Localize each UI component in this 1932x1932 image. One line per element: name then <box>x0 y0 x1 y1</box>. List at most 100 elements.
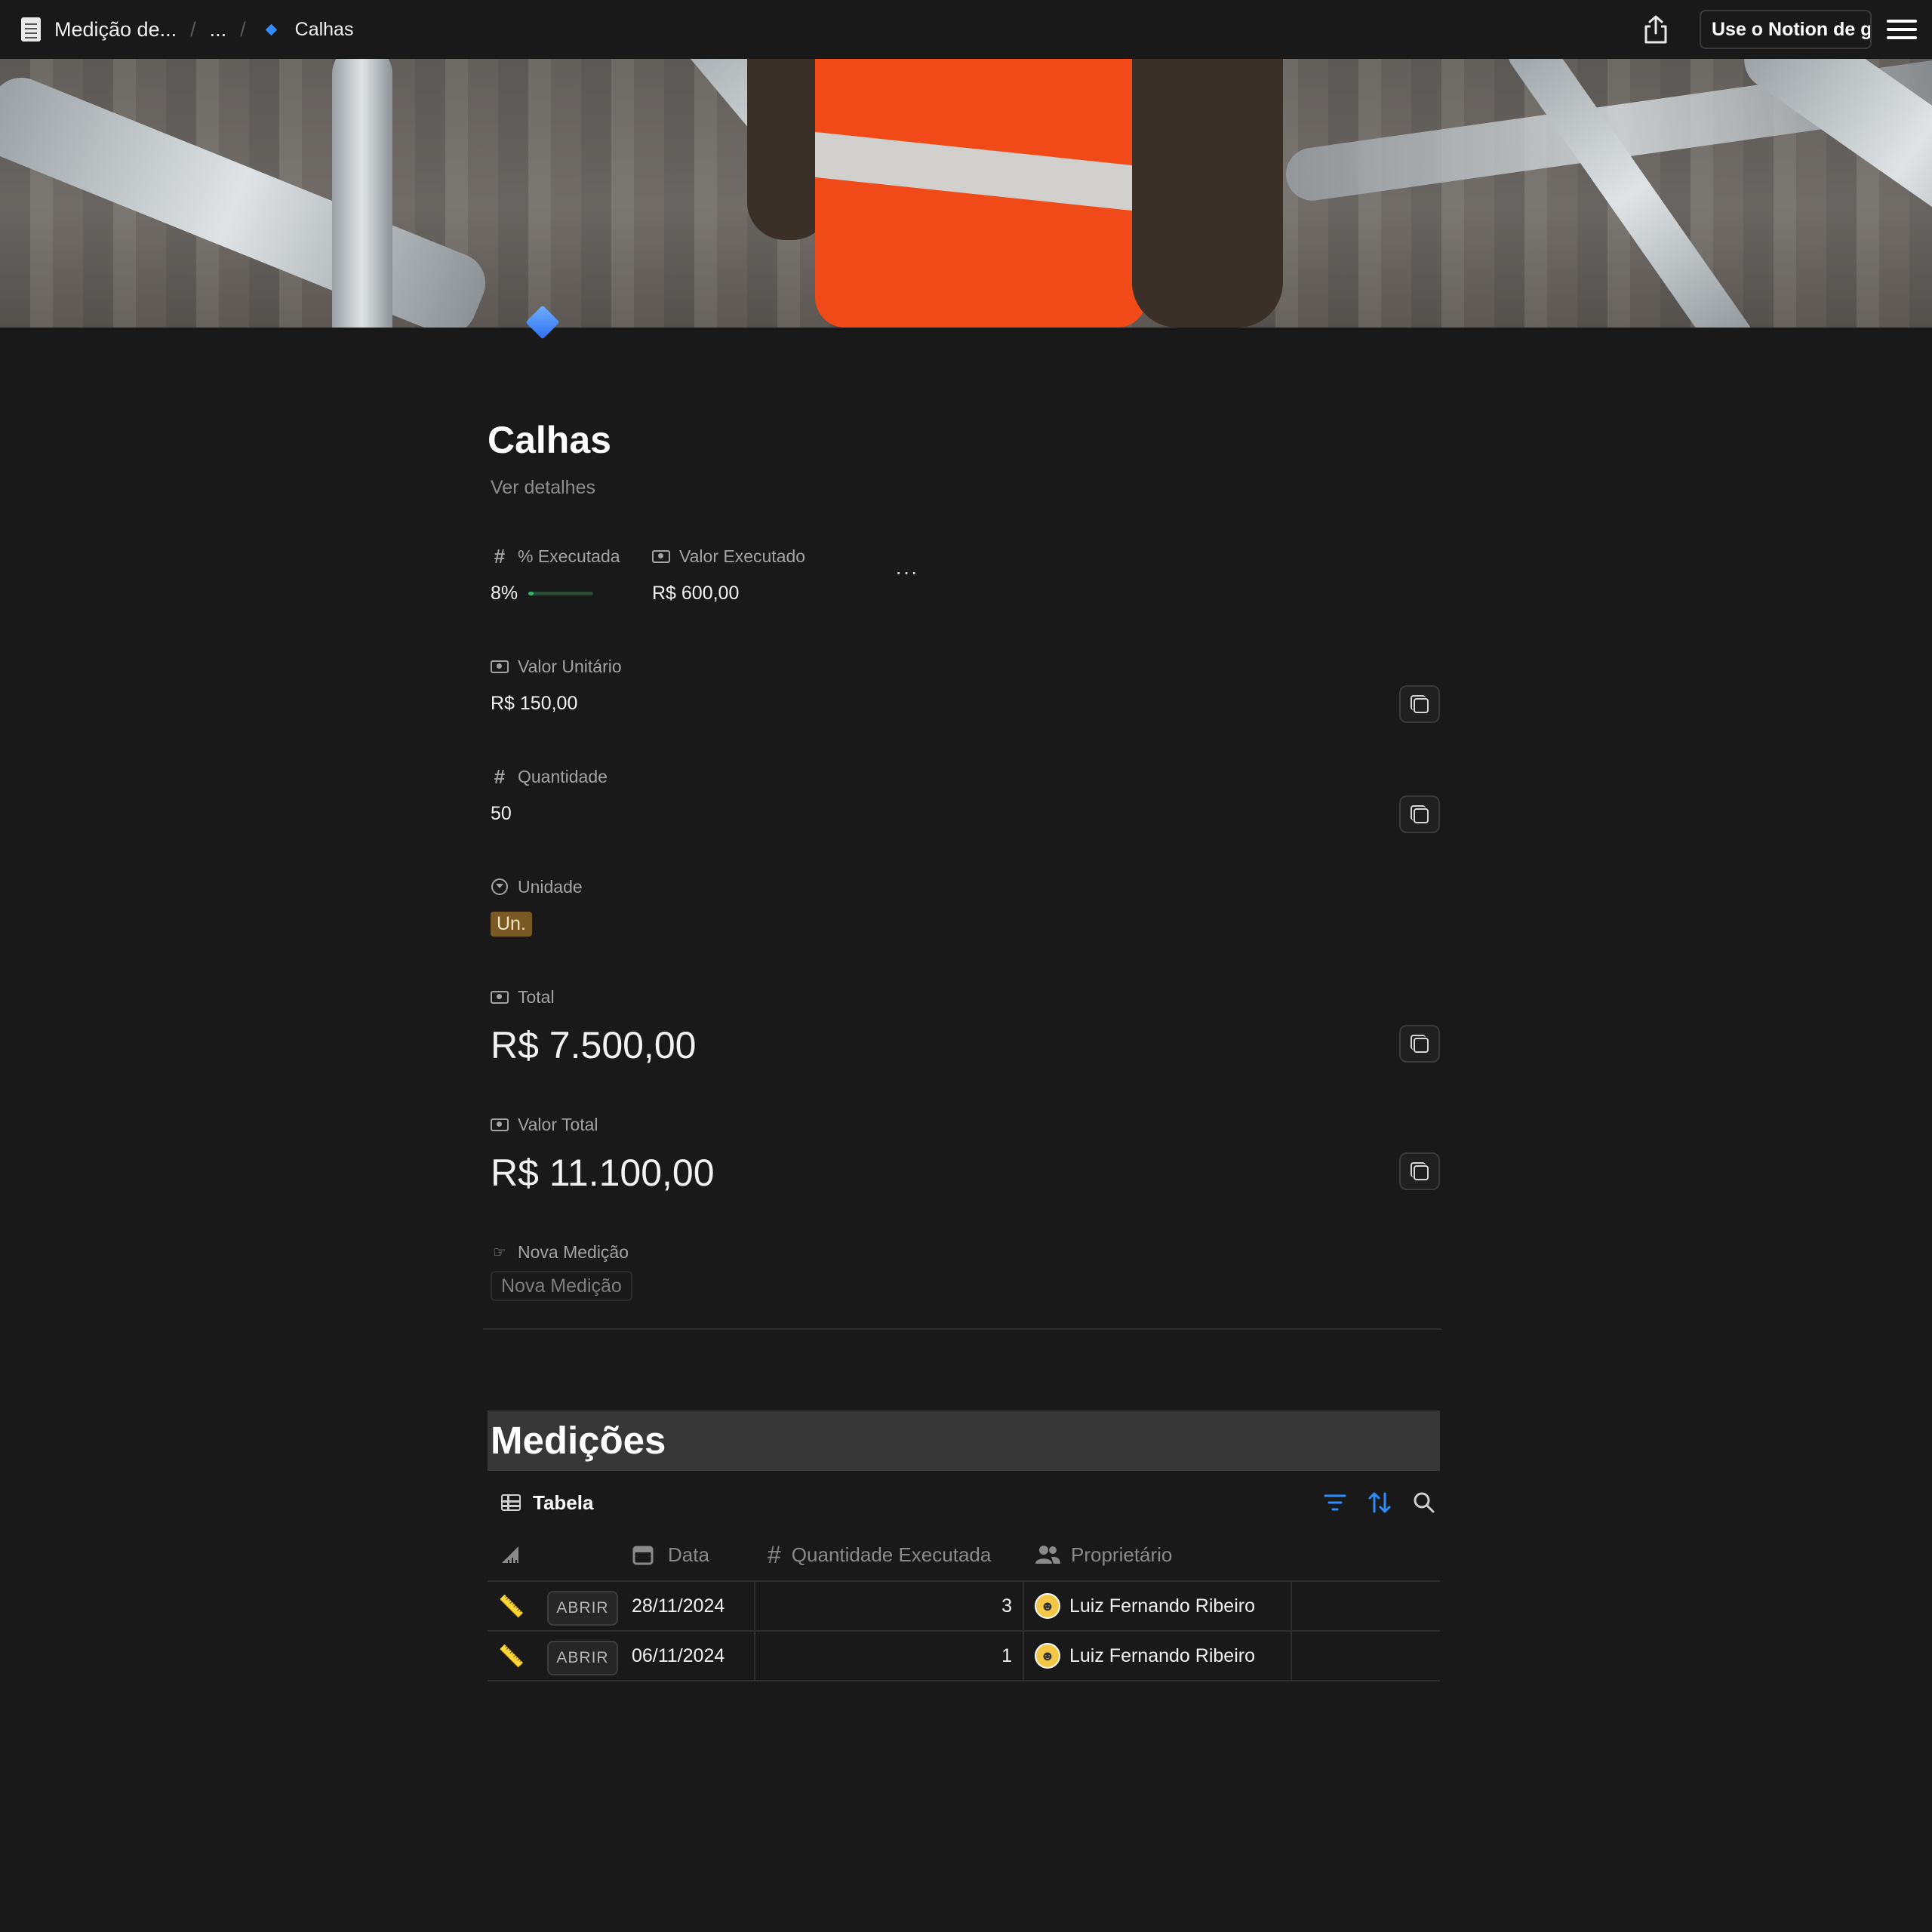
quantity-cell[interactable]: 1 <box>755 1632 1024 1680</box>
hash-icon: # <box>768 1540 781 1568</box>
breadcrumb-item-ellipsis[interactable]: ... <box>210 18 227 42</box>
divider <box>483 1328 1441 1330</box>
copy-button[interactable] <box>1399 1025 1440 1063</box>
column-header-title[interactable] <box>488 1529 621 1580</box>
button-cursor-icon: ☞ <box>493 1244 506 1261</box>
use-notion-button[interactable]: Use o Notion de g <box>1700 10 1872 49</box>
empty-cell[interactable] <box>1292 1582 1440 1630</box>
avatar: ☻ <box>1035 1593 1060 1619</box>
column-header-label: Quantidade Executada <box>791 1543 992 1566</box>
sort-icon[interactable] <box>1367 1491 1392 1514</box>
date-cell[interactable]: 06/11/2024 <box>621 1632 755 1680</box>
inline-properties: # % Executada 8% Valor Executado R$ 600,… <box>491 545 918 608</box>
table-header: Data # Quantidade Executada Proprietário <box>488 1529 1440 1582</box>
property-valor-unitario[interactable]: Valor Unitário R$ 150,00 <box>491 655 1441 723</box>
section-heading[interactable]: Medições <box>488 1411 1440 1471</box>
cash-icon <box>491 660 509 673</box>
date-cell[interactable]: 28/11/2024 <box>621 1582 755 1630</box>
property-valor-executado[interactable]: Valor Executado R$ 600,00 <box>652 545 811 608</box>
progress-bar <box>528 591 594 595</box>
column-header-label: Proprietário <box>1071 1543 1173 1566</box>
select-icon <box>491 878 508 895</box>
topbar-actions: Use o Notion de g <box>1639 0 1932 59</box>
hash-icon: # <box>494 544 506 568</box>
property-value: R$ 7.500,00 <box>491 1024 697 1066</box>
breadcrumb-separator: / <box>240 17 246 41</box>
property-label: Unidade <box>518 876 583 897</box>
breadcrumb-label: Medição de... <box>54 17 177 41</box>
filter-icon[interactable] <box>1324 1493 1346 1512</box>
column-header-data[interactable]: Data <box>621 1529 755 1580</box>
page-doc-icon <box>21 17 41 42</box>
breadcrumb: Medição de... / ... / Calhas <box>21 0 353 59</box>
column-header-quantidade[interactable]: # Quantidade Executada <box>755 1529 1024 1580</box>
copy-button[interactable] <box>1399 1152 1440 1190</box>
cash-icon <box>491 990 509 1004</box>
open-button[interactable]: ABRIR <box>547 1591 618 1626</box>
row-title-cell[interactable]: 📏 ABRIR <box>488 1632 621 1680</box>
database-view-bar: Tabela <box>501 1485 1440 1520</box>
owner-cell[interactable]: ☻ Luiz Fernando Ribeiro <box>1024 1632 1292 1680</box>
column-header-proprietario[interactable]: Proprietário <box>1024 1529 1292 1580</box>
cover-image <box>0 59 1932 328</box>
table-row[interactable]: 📏 ABRIR 28/11/2024 3 ☻ Luiz Fernando Rib… <box>488 1582 1440 1632</box>
property-label: Quantidade <box>518 766 608 786</box>
property-quantidade[interactable]: # Quantidade 50 <box>491 764 1441 833</box>
copy-button[interactable] <box>1399 685 1440 723</box>
share-icon <box>1644 15 1667 44</box>
title-ruler-icon <box>502 1546 518 1563</box>
ruler-emoji-icon: 📏 <box>498 1644 525 1668</box>
cash-icon <box>491 1118 509 1131</box>
page-subtitle[interactable]: Ver detalhes <box>491 472 1441 503</box>
property-label: Valor Unitário <box>518 656 622 676</box>
property-value: 50 <box>491 802 512 824</box>
property-total[interactable]: Total R$ 7.500,00 <box>491 986 1441 1072</box>
breadcrumb-label: ... <box>209 17 227 41</box>
property-value: R$ 11.100,00 <box>491 1152 715 1194</box>
quantity-cell[interactable]: 3 <box>755 1582 1024 1630</box>
blue-diamond-icon <box>265 23 277 35</box>
more-properties-button[interactable]: ··· <box>895 560 918 608</box>
property-label: Total <box>518 986 555 1007</box>
property-value: R$ 600,00 <box>652 582 740 604</box>
measurements-table: Data # Quantidade Executada Proprietário… <box>488 1529 1440 1681</box>
nova-medicao-button[interactable]: Nova Medição <box>491 1271 632 1301</box>
avatar: ☻ <box>1035 1643 1060 1669</box>
hamburger-menu-icon[interactable] <box>1887 14 1917 45</box>
empty-cell[interactable] <box>1292 1632 1440 1680</box>
column-header-label: Data <box>668 1543 709 1566</box>
hash-icon: # <box>494 764 506 788</box>
property-unidade[interactable]: Unidade Un. <box>491 875 1441 939</box>
top-bar: Medição de... / ... / Calhas Use o Notio… <box>0 0 1932 59</box>
people-icon <box>1035 1546 1060 1564</box>
breadcrumb-separator: / <box>190 17 196 41</box>
table-icon <box>501 1494 521 1511</box>
calendar-icon <box>632 1546 654 1565</box>
property-value: R$ 150,00 <box>491 692 578 714</box>
owner-cell[interactable]: ☻ Luiz Fernando Ribeiro <box>1024 1582 1292 1630</box>
property-label: Valor Total <box>518 1114 598 1134</box>
property-label: Nova Medição <box>518 1241 629 1262</box>
view-tools <box>1324 1491 1435 1514</box>
property-value: 8% <box>491 582 518 604</box>
property-label: % Executada <box>518 546 620 566</box>
breadcrumb-item-parent[interactable]: Medição de... <box>21 17 177 42</box>
open-button[interactable]: ABRIR <box>547 1641 618 1675</box>
property-valor-total[interactable]: Valor Total R$ 11.100,00 <box>491 1113 1441 1199</box>
breadcrumb-label: Calhas <box>294 18 354 40</box>
page-title[interactable]: Calhas <box>488 408 1441 472</box>
property-nova-medicao: ☞ Nova Medição Nova Medição <box>491 1241 1441 1301</box>
copy-button[interactable] <box>1399 795 1440 833</box>
share-button[interactable] <box>1639 13 1672 46</box>
property-percent-executada[interactable]: # % Executada 8% <box>491 545 652 608</box>
ruler-emoji-icon: 📏 <box>498 1594 525 1618</box>
tab-tabela[interactable]: Tabela <box>501 1491 593 1515</box>
row-title-cell[interactable]: 📏 ABRIR <box>488 1582 621 1630</box>
search-icon[interactable] <box>1413 1491 1435 1514</box>
property-label: Valor Executado <box>679 546 806 566</box>
table-row[interactable]: 📏 ABRIR 06/11/2024 1 ☻ Luiz Fernando Rib… <box>488 1632 1440 1681</box>
unit-tag[interactable]: Un. <box>491 911 532 937</box>
progress-bar-fill <box>528 591 534 595</box>
owner-name: Luiz Fernando Ribeiro <box>1069 1644 1255 1666</box>
breadcrumb-item-current[interactable]: Calhas <box>260 18 354 41</box>
